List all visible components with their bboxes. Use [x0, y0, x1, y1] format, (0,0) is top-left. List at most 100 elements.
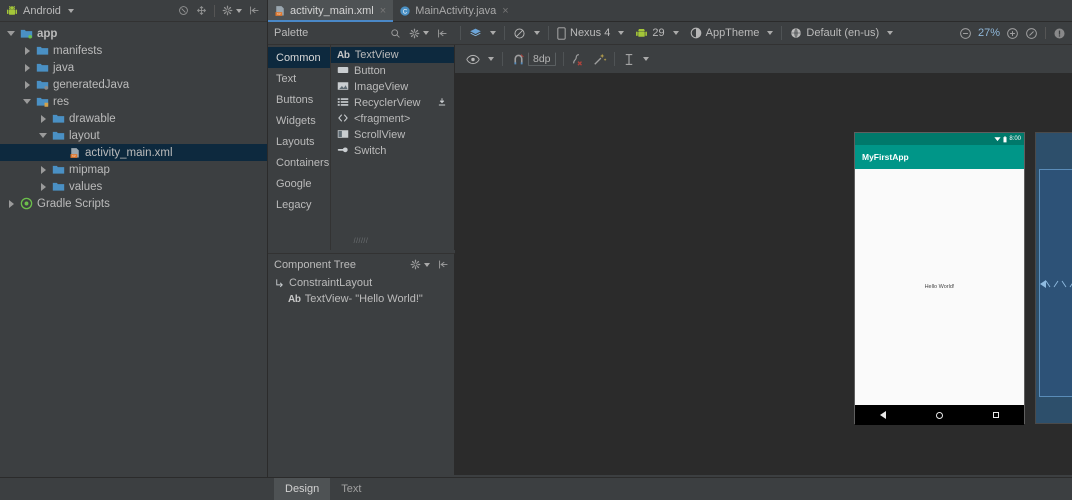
tree-item-app[interactable]: app — [0, 25, 267, 42]
chevron-right-icon[interactable] — [20, 63, 34, 72]
palette-category-common[interactable]: Common — [268, 47, 330, 68]
palette-item-fragment[interactable]: <fragment> — [331, 111, 454, 127]
tree-item-res[interactable]: res — [0, 93, 267, 110]
recents-button[interactable] — [993, 412, 999, 418]
component-tree-node[interactable]: Ab TextView- "Hello World!" — [268, 291, 454, 307]
download-icon[interactable] — [437, 97, 447, 110]
chevron-down-icon[interactable] — [67, 8, 74, 13]
infer-constraints-icon[interactable] — [593, 52, 607, 66]
back-button[interactable] — [880, 411, 886, 419]
design-surface[interactable]: 8:00 MyFirstApp Hello World! — [455, 73, 1072, 475]
tree-item-gradle-scripts[interactable]: Gradle Scripts — [0, 195, 267, 212]
orientation-button[interactable] — [512, 27, 541, 40]
chevron-right-icon[interactable] — [4, 199, 18, 208]
chevron-down-icon[interactable] — [887, 31, 894, 35]
palette-item-imageview[interactable]: ImageView — [331, 79, 454, 95]
chevron-down-icon[interactable] — [534, 31, 540, 35]
zoom-in-icon[interactable] — [1006, 27, 1019, 40]
chevron-down-icon[interactable] — [36, 133, 50, 138]
component-tree-node[interactable]: ConstraintLayout — [268, 275, 454, 291]
chevron-down-icon[interactable] — [424, 262, 430, 267]
palette-item-scrollview[interactable]: ScrollView — [331, 127, 454, 143]
close-icon[interactable]: × — [502, 5, 508, 17]
device-selector[interactable]: Nexus 4 — [556, 26, 625, 40]
guidelines-button[interactable] — [622, 53, 650, 66]
palette-category-text[interactable]: Text — [268, 68, 330, 89]
folder-icon — [34, 44, 51, 57]
clear-constraints-icon[interactable] — [571, 52, 585, 66]
palette-category-list[interactable]: Common Text Buttons Widgets Layouts Container… — [268, 45, 331, 250]
chevron-right-icon[interactable] — [36, 114, 50, 123]
editor-tab-mainactivity-java[interactable]: C MainActivity.java × — [393, 0, 516, 21]
editor-mode-tab-text[interactable]: Text — [330, 478, 372, 500]
chevron-down-icon[interactable] — [618, 31, 625, 35]
palette-item-textview[interactable]: Ab TextView — [331, 47, 454, 63]
device-content-area[interactable]: Hello World! — [855, 169, 1024, 405]
visibility-button[interactable] — [465, 54, 495, 65]
palette-category-legacy[interactable]: Legacy — [268, 194, 330, 215]
chevron-down-icon[interactable] — [490, 31, 496, 35]
chevron-down-icon[interactable] — [423, 31, 429, 35]
default-margin-value[interactable]: 8dp — [528, 52, 556, 66]
chevron-down-icon[interactable] — [642, 57, 649, 61]
component-tree-nodes[interactable]: ConstraintLayout Ab TextView- "Hello World… — [268, 275, 454, 307]
api-selector[interactable]: 29 — [634, 27, 679, 39]
palette-category-containers[interactable]: Containers — [268, 152, 330, 173]
globe-icon — [791, 28, 802, 38]
gear-icon[interactable] — [410, 259, 421, 270]
palette-item-switch[interactable]: Switch — [331, 143, 454, 159]
blueprint-preview[interactable]: Hello World! — [1035, 132, 1072, 424]
chevron-down-icon[interactable] — [236, 8, 242, 13]
editor-mode-tab-design[interactable]: Design — [274, 478, 331, 500]
palette-category-layouts[interactable]: Layouts — [268, 131, 330, 152]
hello-world-text[interactable]: Hello World! — [925, 284, 955, 290]
chevron-down-icon[interactable] — [20, 99, 34, 104]
target-icon[interactable] — [178, 5, 189, 16]
theme-selector[interactable]: AppTheme — [689, 27, 775, 39]
close-icon[interactable]: × — [380, 5, 386, 17]
chevron-right-icon[interactable] — [36, 182, 50, 191]
tree-item-mipmap[interactable]: mipmap — [0, 161, 267, 178]
tree-item-values[interactable]: values — [0, 178, 267, 195]
palette-category-google[interactable]: Google — [268, 173, 330, 194]
chevron-down-icon[interactable] — [672, 31, 679, 35]
locale-selector[interactable]: Default (en-us) — [789, 27, 894, 39]
collapse-pane-icon[interactable] — [249, 5, 260, 16]
palette-item-recyclerview[interactable]: RecyclerView — [331, 95, 454, 111]
home-button[interactable] — [936, 411, 943, 419]
search-icon[interactable] — [390, 28, 401, 39]
chevron-right-icon[interactable] — [36, 165, 50, 174]
device-preview[interactable]: 8:00 MyFirstApp Hello World! — [854, 132, 1025, 425]
chevron-down-icon[interactable] — [488, 57, 494, 61]
warning-icon[interactable] — [1053, 27, 1066, 40]
project-tree[interactable]: app manifests java generatedJava res drawable… — [0, 22, 267, 212]
palette-category-buttons[interactable]: Buttons — [268, 89, 330, 110]
tree-item-generatedjava[interactable]: generatedJava — [0, 76, 267, 93]
expand-all-icon[interactable] — [196, 5, 207, 16]
palette-resize-handle[interactable]: ////// — [268, 238, 454, 245]
magnet-icon[interactable] — [512, 53, 525, 66]
tree-item-drawable[interactable]: drawable — [0, 110, 267, 127]
collapse-pane-icon[interactable] — [437, 28, 448, 39]
folder-gen-icon — [34, 78, 51, 91]
palette-category-widgets[interactable]: Widgets — [268, 110, 330, 131]
tree-item-java[interactable]: java — [0, 59, 267, 76]
chevron-right-icon[interactable] — [20, 80, 34, 89]
palette-item-list[interactable]: Ab TextView Button ImageView RecyclerView <fr… — [331, 45, 454, 250]
zoom-fit-icon[interactable] — [1025, 27, 1038, 40]
chevron-down-icon[interactable] — [767, 31, 774, 35]
settings-icon[interactable] — [222, 5, 233, 16]
chevron-down-icon[interactable] — [4, 31, 18, 36]
chevron-right-icon[interactable] — [20, 46, 34, 55]
zoom-out-icon[interactable] — [959, 27, 972, 40]
design-mode-button[interactable] — [468, 27, 497, 40]
tree-item-layout[interactable]: layout — [0, 127, 267, 144]
palette-item-button[interactable]: Button — [331, 63, 454, 79]
collapse-pane-icon[interactable] — [438, 259, 449, 270]
editor-tab-activity-main-xml[interactable]: <> activity_main.xml × — [268, 0, 394, 22]
gear-icon[interactable] — [409, 28, 420, 39]
blueprint-root-bounds[interactable]: Hello World! — [1039, 169, 1072, 397]
tree-item-activity-main-xml[interactable]: <> activity_main.xml — [0, 144, 267, 161]
editor-mode-tabs[interactable]: Design Text — [268, 477, 1072, 500]
tree-item-manifests[interactable]: manifests — [0, 42, 267, 59]
